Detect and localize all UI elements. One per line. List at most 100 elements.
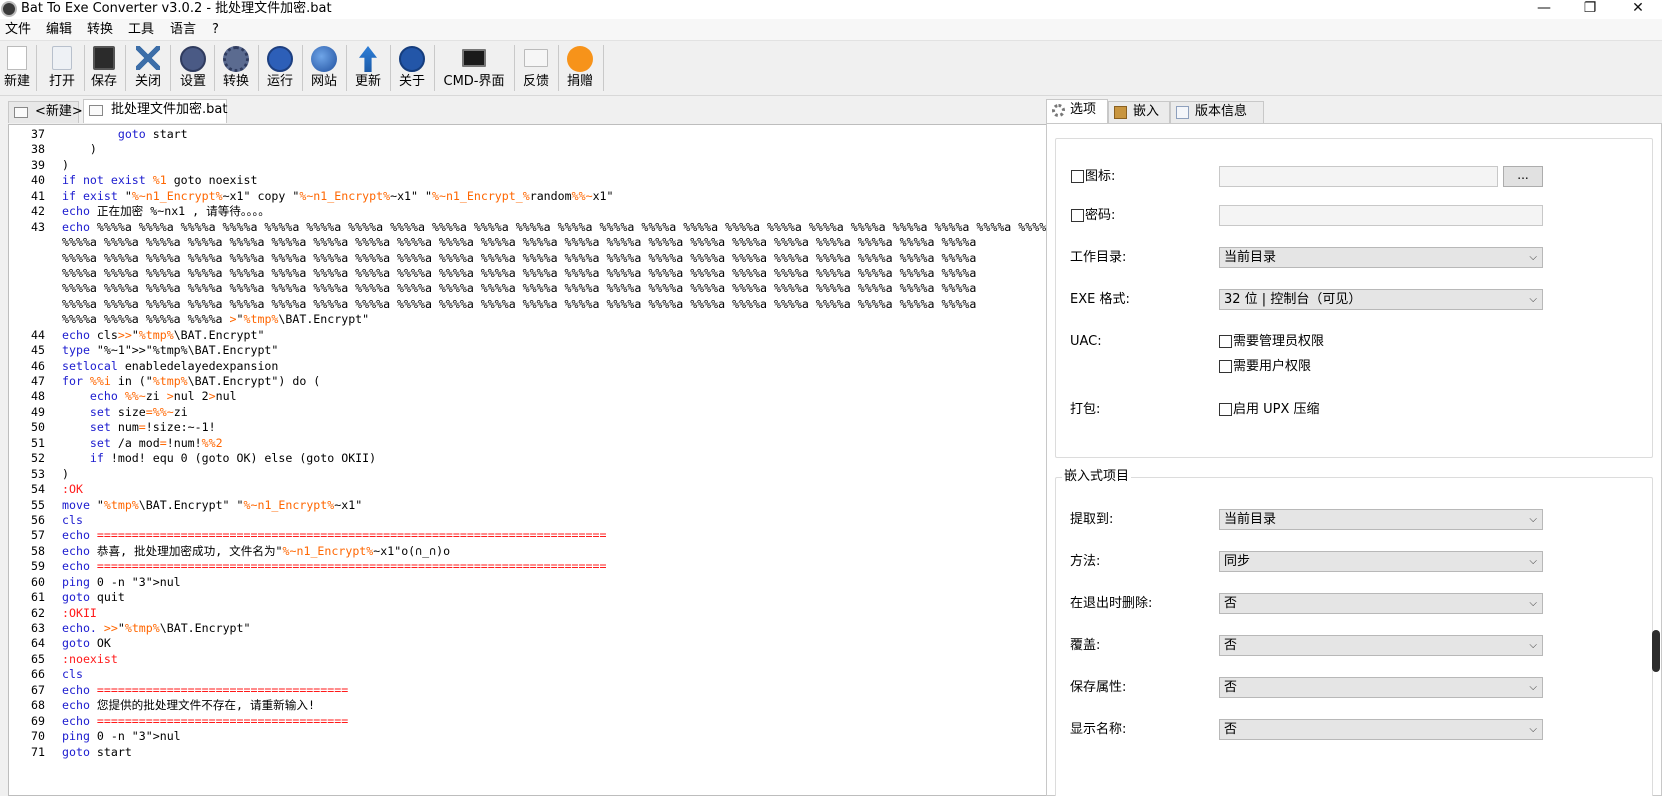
code-token: ~x1" xyxy=(334,497,363,512)
overwrite-select[interactable]: 否 ⌵ xyxy=(1219,635,1543,656)
line-number: 48 xyxy=(31,389,45,404)
code-token: > xyxy=(229,312,237,327)
code-token: %%~ xyxy=(124,389,146,404)
uac-admin-checkbox[interactable] xyxy=(1219,335,1232,348)
overwrite-value: 否 xyxy=(1224,638,1238,653)
menu-help[interactable]: ? xyxy=(212,21,219,39)
code-token: 正在加密 %~nx1 , 请等待。。。。 xyxy=(89,204,270,219)
update-button[interactable]: 更新 xyxy=(350,43,386,93)
upx-checkbox[interactable] xyxy=(1219,403,1232,416)
code-line: %%%%a %%%%a %%%%a %%%%a >"%tmp%\BAT.Encr… xyxy=(62,312,1071,327)
password-input[interactable] xyxy=(1219,205,1543,226)
menu-file[interactable]: 文件 xyxy=(5,21,31,39)
workdir-label: 工作目录: xyxy=(1070,250,1127,265)
code-token: %~n1_Encrypt% xyxy=(243,497,335,512)
code-token: !mod! equ 0 (goto OK) else (goto OKII) xyxy=(103,451,377,466)
line-number: 58 xyxy=(31,543,45,558)
close-button[interactable]: ✕ xyxy=(1618,0,1658,18)
code-token: echo xyxy=(62,682,97,697)
code-token: %~n1_Encrypt_% xyxy=(431,188,530,203)
code-token: "%~1">>"%tmp%\BAT.Encrypt" xyxy=(89,343,279,358)
code-token: %~n1_Encrypt% xyxy=(282,543,374,558)
password-checkbox[interactable] xyxy=(1071,209,1084,222)
tab-doc-icon xyxy=(89,105,103,116)
code-line: 65:noexist xyxy=(31,651,1071,667)
gear-icon xyxy=(223,46,249,72)
tab-version-info[interactable]: 版本信息 xyxy=(1170,101,1264,123)
code-token: 0 -n "3">nul xyxy=(89,729,181,744)
code-token: nul 2 xyxy=(173,389,209,404)
save-button[interactable]: 保存 xyxy=(88,43,120,93)
tab-doc-icon xyxy=(14,107,28,118)
new-button[interactable]: 新建 xyxy=(0,43,34,93)
code-line: 41 if exist "%~n1_Encrypt%~x1" copy "%~n1… xyxy=(31,188,1071,204)
code-token: %tmp% xyxy=(103,497,139,512)
line-number: 54 xyxy=(31,482,45,497)
website-button-label: 网站 xyxy=(310,74,337,89)
tab-current-file[interactable]: 批处理文件加密.bat xyxy=(83,99,227,123)
delete-on-exit-label: 在退出时删除: xyxy=(1070,596,1153,611)
delete-on-exit-select[interactable]: 否 ⌵ xyxy=(1219,593,1543,614)
code-token: set xyxy=(89,420,111,435)
code-line: %%%%a %%%%a %%%%a %%%%a %%%%a %%%%a %%%%… xyxy=(62,281,1071,296)
code-token: :OKII xyxy=(62,605,97,620)
code-token: %~n1_Encrypt% xyxy=(131,188,223,203)
code-editor[interactable]: 37 goto start 38 ) 39) 40 if not exist %1 go… xyxy=(8,124,1090,796)
code-token: %~n1_Encrypt% xyxy=(299,188,391,203)
workdir-select[interactable]: 当前目录 ⌵ xyxy=(1219,247,1543,268)
embedded-items-group: 嵌入式项目 提取到: 当前目录 ⌵ 方法: 同步 ⌵ 在退出时删除: 否 ⌵ 覆… xyxy=(1055,469,1653,796)
code-token: echo xyxy=(62,559,97,574)
code-token: for xyxy=(62,374,90,388)
restore-button[interactable]: ❐ xyxy=(1570,0,1610,18)
menu-tools[interactable]: 工具 xyxy=(128,21,154,39)
tab-embed[interactable]: 嵌入 xyxy=(1108,101,1170,123)
line-number: 52 xyxy=(31,451,45,466)
line-number: 64 xyxy=(31,636,45,651)
extract-select[interactable]: 当前目录 ⌵ xyxy=(1219,509,1543,530)
panel-scroll-handle[interactable] xyxy=(1652,630,1660,672)
line-number: 67 xyxy=(31,682,45,697)
cmd-interface-button[interactable]: CMD-界面 xyxy=(438,43,510,93)
line-number: 42 xyxy=(31,204,45,219)
line-number: 56 xyxy=(31,512,45,527)
code-token: ==================================== xyxy=(96,682,349,697)
code-token: %%%%a %%%%a %%%%a %%%%a %%%%a %%%%a %%%%… xyxy=(62,265,977,280)
minimize-button[interactable]: — xyxy=(1524,0,1564,18)
menu-convert[interactable]: 转换 xyxy=(87,21,113,39)
website-button[interactable]: 网站 xyxy=(306,43,342,93)
about-button[interactable]: 关于 xyxy=(394,43,430,93)
code-line: 59 echo =================================… xyxy=(31,559,1071,574)
code-token: goto xyxy=(62,590,90,605)
close-file-button[interactable]: 关闭 xyxy=(130,43,166,93)
run-button[interactable]: 运行 xyxy=(262,43,298,93)
tab-new[interactable]: <新建> xyxy=(8,101,83,123)
password-label: 密码: xyxy=(1085,208,1116,223)
exe-format-select[interactable]: 32 位 | 控制台（可见） ⌵ xyxy=(1219,289,1543,310)
uac-user-checkbox[interactable] xyxy=(1219,360,1232,373)
menu-edit[interactable]: 编辑 xyxy=(46,21,72,39)
open-button[interactable]: 打开 xyxy=(42,43,82,93)
donate-button[interactable]: 捐赠 xyxy=(562,43,598,93)
icon-browse-button[interactable]: ... xyxy=(1503,166,1543,187)
code-token: ~x1" copy " xyxy=(222,188,300,203)
icon-checkbox[interactable] xyxy=(1071,170,1084,183)
feedback-button[interactable]: 反馈 xyxy=(518,43,554,93)
icon-path-input[interactable] xyxy=(1219,166,1498,187)
code-token: size xyxy=(110,404,146,419)
tab-options[interactable]: 选项 xyxy=(1046,99,1108,123)
menu-language[interactable]: 语言 xyxy=(170,21,196,39)
settings-button[interactable]: 设置 xyxy=(175,43,211,93)
line-number: 70 xyxy=(31,729,45,744)
code-token: :noexist xyxy=(62,651,118,666)
code-line: 45 type "%~1">>"%tmp%\BAT.Encrypt" xyxy=(31,343,1071,358)
method-select[interactable]: 同步 ⌵ xyxy=(1219,551,1543,572)
code-line: 49 set size=%%~zi xyxy=(31,404,1071,420)
keep-attributes-select[interactable]: 否 ⌵ xyxy=(1219,677,1543,698)
code-token: /a mod xyxy=(110,435,160,450)
tab-embed-label: 嵌入 xyxy=(1133,104,1160,119)
bitcoin-icon xyxy=(567,46,593,72)
code-line: 50 set num=!size:~-1! xyxy=(31,420,1071,435)
convert-button[interactable]: 转换 xyxy=(218,43,254,93)
show-name-select[interactable]: 否 ⌵ xyxy=(1219,719,1543,740)
